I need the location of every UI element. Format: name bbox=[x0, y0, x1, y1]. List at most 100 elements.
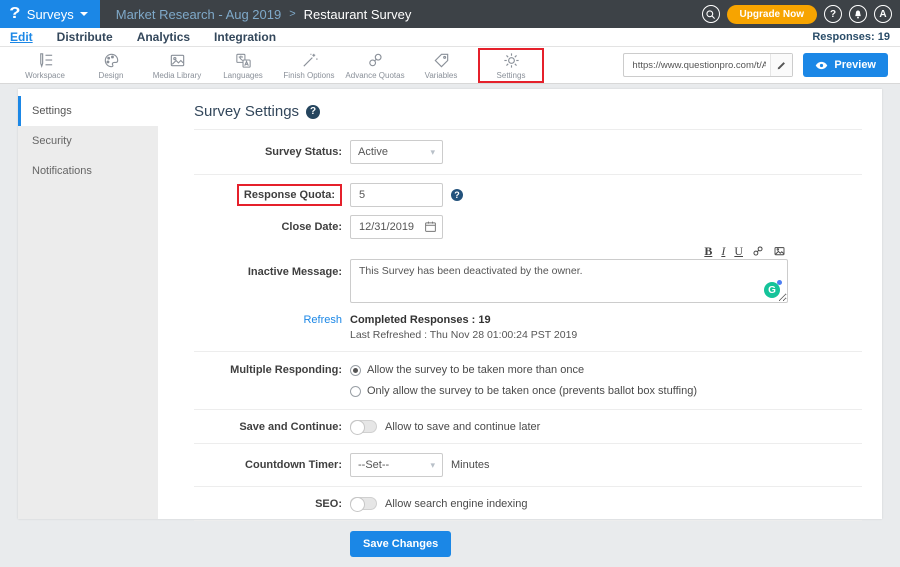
search-icon bbox=[705, 9, 716, 20]
toolbar-label: Finish Options bbox=[283, 71, 334, 80]
design-palette-icon bbox=[102, 51, 121, 70]
bold-button[interactable]: B bbox=[704, 245, 712, 257]
settings-gear-icon bbox=[502, 51, 521, 70]
surveys-menu-label: Surveys bbox=[27, 7, 74, 22]
variables-tag-icon bbox=[432, 51, 451, 70]
refresh-link[interactable]: Refresh bbox=[303, 314, 342, 326]
completed-responses-text: Completed Responses : 19 bbox=[350, 314, 491, 326]
response-quota-label-wrap: Response Quota: bbox=[194, 184, 342, 206]
last-refreshed-text: Last Refreshed : Thu Nov 28 01:00:24 PST… bbox=[350, 329, 577, 341]
survey-settings-help-icon[interactable]: ? bbox=[306, 105, 320, 119]
app-logo-menu[interactable]: ? Surveys bbox=[0, 0, 100, 28]
sidebar-item-settings[interactable]: Settings bbox=[18, 96, 158, 126]
search-button[interactable] bbox=[702, 5, 720, 23]
toolbar-label: Design bbox=[99, 71, 124, 80]
chevron-down-icon: ▾ bbox=[430, 460, 435, 471]
toolbar-label: Workspace bbox=[25, 71, 65, 80]
italic-button[interactable]: I bbox=[721, 245, 725, 257]
tab-analytics[interactable]: Analytics bbox=[137, 30, 190, 44]
message-editor-toolbar: B I U bbox=[350, 244, 788, 259]
workspace-icon bbox=[36, 51, 55, 70]
primary-nav: Edit Distribute Analytics Integration Re… bbox=[0, 28, 900, 47]
sidebar-item-notifications[interactable]: Notifications bbox=[18, 156, 158, 186]
languages-icon bbox=[234, 51, 253, 70]
help-button[interactable]: ? bbox=[824, 5, 842, 23]
breadcrumb-separator: > bbox=[289, 8, 295, 20]
toolbar-item-languages[interactable]: Languages bbox=[210, 51, 276, 80]
countdown-minutes-suffix: Minutes bbox=[451, 459, 490, 471]
save-changes-button[interactable]: Save Changes bbox=[350, 531, 451, 557]
surveys-menu[interactable]: Surveys bbox=[27, 7, 88, 22]
notifications-button[interactable] bbox=[849, 5, 867, 23]
toolbar-item-advance-quotas[interactable]: Advance Quotas bbox=[342, 51, 408, 80]
grammarly-icon[interactable]: G bbox=[764, 282, 780, 298]
toolbar-item-finish-options[interactable]: Finish Options bbox=[276, 51, 342, 80]
toolbar-item-design[interactable]: Design bbox=[78, 51, 144, 80]
multiple-responding-label: Multiple Responding: bbox=[194, 364, 342, 376]
chevron-down-icon bbox=[80, 12, 88, 16]
questionpro-logo-icon: ? bbox=[9, 5, 20, 23]
tab-distribute[interactable]: Distribute bbox=[57, 30, 113, 44]
save-continue-text: Allow to save and continue later bbox=[385, 421, 540, 433]
response-quota-help-icon[interactable]: ? bbox=[451, 189, 463, 201]
sidebar-item-security[interactable]: Security bbox=[18, 126, 158, 156]
advance-quotas-icon bbox=[366, 51, 385, 70]
preview-button[interactable]: Preview bbox=[803, 53, 888, 77]
inactive-message-textarea[interactable]: This Survey has been deactivated by the … bbox=[350, 259, 788, 303]
toolbar-label: Languages bbox=[223, 71, 263, 80]
calendar-icon[interactable] bbox=[424, 220, 437, 233]
edit-url-button[interactable] bbox=[770, 54, 792, 76]
toolbar-item-settings[interactable]: Settings bbox=[485, 51, 537, 80]
responses-count[interactable]: Responses: 19 bbox=[812, 31, 890, 43]
radio-option-label: Only allow the survey to be taken once (… bbox=[367, 385, 697, 397]
underline-button[interactable]: U bbox=[734, 245, 743, 257]
response-quota-input[interactable] bbox=[350, 183, 443, 207]
save-continue-label: Save and Continue: bbox=[194, 421, 342, 433]
survey-status-select[interactable]: Active ▾ bbox=[350, 140, 443, 164]
countdown-timer-label: Countdown Timer: bbox=[194, 459, 342, 471]
page-title: Survey Settings bbox=[194, 103, 299, 120]
breadcrumb-parent-link[interactable]: Market Research - Aug 2019 bbox=[116, 7, 281, 22]
toolbar-item-variables[interactable]: Variables bbox=[408, 51, 474, 80]
question-icon: ? bbox=[830, 9, 836, 20]
toolbar-item-media-library[interactable]: Media Library bbox=[144, 51, 210, 80]
seo-toggle[interactable] bbox=[350, 497, 377, 510]
toolbar-label: Advance Quotas bbox=[345, 71, 404, 80]
settings-highlight-box: Settings bbox=[478, 48, 544, 83]
radio-unselected-icon[interactable] bbox=[350, 386, 361, 397]
chevron-down-icon: ▾ bbox=[430, 147, 435, 158]
countdown-timer-value: --Set-- bbox=[358, 459, 389, 471]
toolbar-label: Variables bbox=[425, 71, 458, 80]
top-header-bar: ? Surveys Market Research - Aug 2019 > R… bbox=[0, 0, 900, 28]
tab-integration[interactable]: Integration bbox=[214, 30, 276, 44]
tab-edit[interactable]: Edit bbox=[10, 30, 33, 44]
survey-url-input[interactable] bbox=[624, 60, 770, 71]
settings-sidebar: Settings Security Notifications bbox=[18, 89, 158, 519]
radio-option-label: Allow the survey to be taken more than o… bbox=[367, 364, 584, 376]
upgrade-now-button[interactable]: Upgrade Now bbox=[727, 5, 817, 24]
pencil-icon bbox=[776, 60, 787, 71]
radio-selected-icon[interactable] bbox=[350, 365, 361, 376]
insert-link-button[interactable] bbox=[752, 245, 764, 257]
sidebar-background: Security Notifications bbox=[18, 126, 158, 519]
avatar-letter: A bbox=[879, 9, 886, 20]
radio-option-once-only[interactable]: Only allow the survey to be taken once (… bbox=[350, 385, 697, 397]
toolbar-item-workspace[interactable]: Workspace bbox=[12, 51, 78, 80]
inactive-message-label: Inactive Message: bbox=[194, 244, 342, 278]
seo-label: SEO: bbox=[194, 498, 342, 510]
media-library-icon bbox=[168, 51, 187, 70]
radio-option-multiple-allowed[interactable]: Allow the survey to be taken more than o… bbox=[350, 364, 697, 376]
response-quota-label: Response Quota: bbox=[237, 184, 342, 206]
finish-options-wand-icon bbox=[300, 51, 319, 70]
save-continue-toggle[interactable] bbox=[350, 420, 377, 433]
insert-image-button[interactable] bbox=[773, 245, 786, 257]
countdown-timer-select[interactable]: --Set-- ▾ bbox=[350, 453, 443, 477]
survey-url-field bbox=[623, 53, 793, 77]
account-avatar[interactable]: A bbox=[874, 5, 892, 23]
preview-label: Preview bbox=[834, 59, 876, 71]
breadcrumb-current: Restaurant Survey bbox=[304, 7, 412, 22]
survey-status-label: Survey Status: bbox=[194, 146, 342, 158]
seo-text: Allow search engine indexing bbox=[385, 498, 527, 510]
close-date-label: Close Date: bbox=[194, 221, 342, 233]
breadcrumb: Market Research - Aug 2019 > Restaurant … bbox=[116, 7, 412, 22]
